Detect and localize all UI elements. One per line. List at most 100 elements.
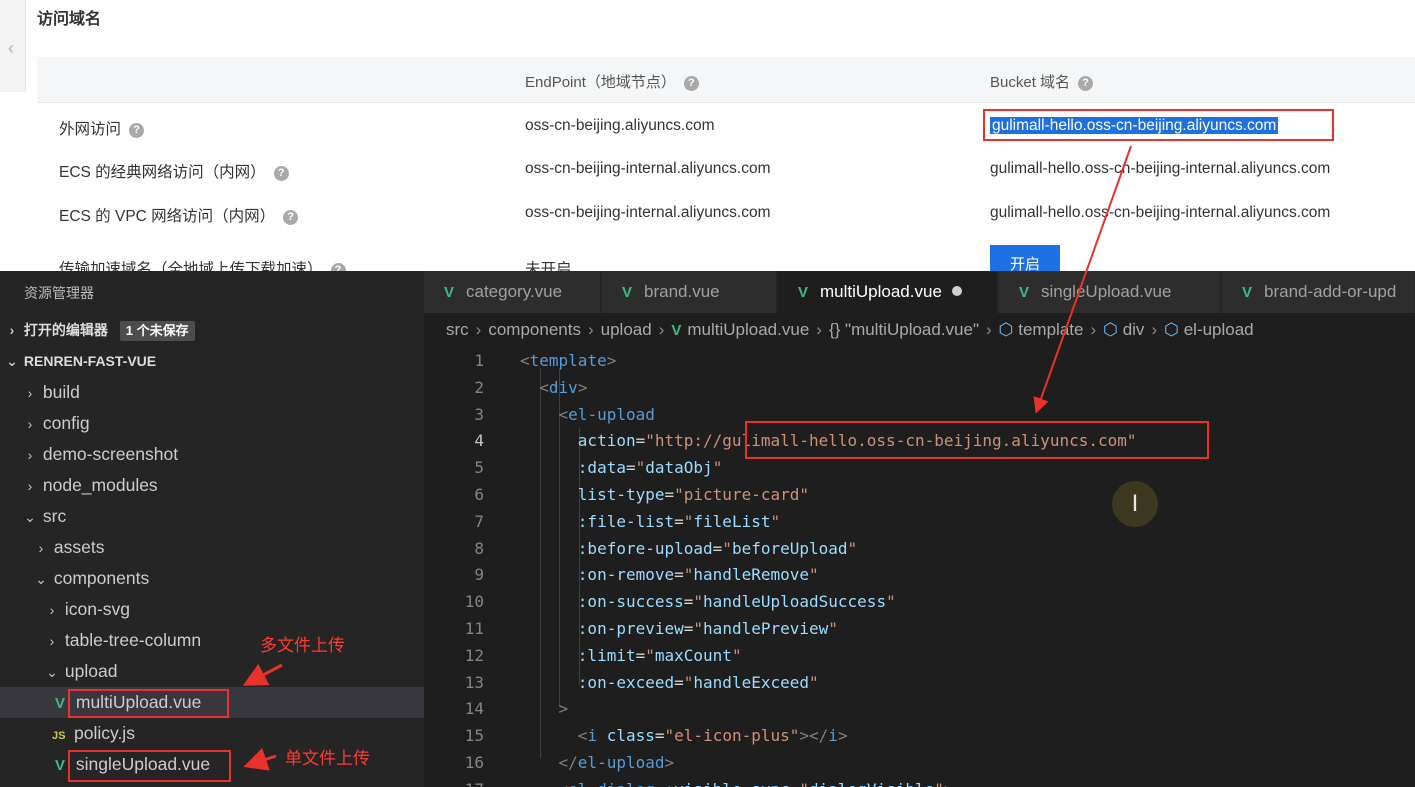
code-token: = (654, 726, 665, 746)
tab-multiupload-vue[interactable]: VmultiUpload.vue (778, 271, 998, 313)
code-token: dataObj (645, 458, 713, 478)
code-line[interactable]: 13 :on-exceed="handleExceed" (424, 669, 1415, 696)
breadcrumb-template[interactable]: template (1018, 320, 1083, 339)
symbol-cube-icon: ⬡ (1103, 320, 1123, 339)
chevron-down-icon: ⌄ (35, 571, 47, 587)
endpoint-value[interactable]: oss-cn-beijing-internal.aliyuncs.com (525, 160, 771, 178)
code-token: :before-upload (577, 538, 713, 558)
symbol-cube-icon: ⬡ (1164, 320, 1184, 339)
breadcrumb-div[interactable]: div (1123, 320, 1145, 339)
code-token: " (809, 672, 819, 692)
section-title: 访问域名 (37, 11, 102, 28)
help-icon[interactable]: ? (683, 76, 699, 91)
tree-folder-icon-svg[interactable]: › icon-svg (0, 594, 424, 625)
bucket-domain-value[interactable]: gulimall-hello.oss-cn-beijing-internal.a… (990, 160, 1330, 178)
code-text: :on-exceed="handleExceed" (520, 669, 819, 696)
help-icon[interactable]: ? (283, 210, 299, 225)
sidebar-collapse-button[interactable]: ‹ (0, 0, 26, 92)
code-token: :on-remove (577, 565, 675, 585)
tree-folder-table-tree-column[interactable]: › table-tree-column (0, 625, 424, 656)
code-text: :on-preview="handlePreview" (520, 615, 838, 642)
open-editors-section[interactable]: › 打开的编辑器 1 个未保存 (0, 315, 424, 346)
tab-singleupload-vue[interactable]: VsingleUpload.vue (999, 271, 1221, 313)
code-token: = (664, 485, 675, 504)
tree-folder-build[interactable]: › build (0, 377, 424, 408)
code-line[interactable]: 10 :on-success="handleUploadSuccess" (424, 588, 1415, 615)
vue-file-icon: V (1019, 284, 1030, 301)
chevron-right-icon: › (49, 633, 55, 649)
line-number: 6 (474, 485, 484, 504)
code-token: > (837, 726, 848, 746)
help-icon[interactable]: ? (273, 166, 289, 181)
code-line[interactable]: 1 <template> (424, 347, 1415, 374)
tab-brand-add-or-update[interactable]: Vbrand-add-or-upd (1222, 271, 1415, 313)
code-line[interactable]: 9 :on-remove="handleRemove" (424, 561, 1415, 588)
tree-folder-src[interactable]: ⌄ src (0, 501, 424, 532)
code-line[interactable]: 7 :file-list="fileList" (424, 508, 1415, 535)
breadcrumb-module[interactable]: {} "multiUpload.vue" (829, 320, 979, 339)
code-text: :limit="maxCount" (520, 642, 742, 669)
domain-table-header: EndPoint（地域节点）? Bucket 域名? (37, 57, 1415, 103)
breadcrumb-components[interactable]: components (488, 320, 581, 339)
code-token: " (799, 780, 809, 787)
breadcrumb-src[interactable]: src (446, 320, 469, 339)
chevron-right-icon: › (27, 478, 33, 494)
tree-folder-node-modules[interactable]: › node_modules (0, 470, 424, 501)
folder-label: table-tree-column (64, 630, 202, 650)
endpoint-value[interactable]: oss-cn-beijing-internal.aliyuncs.com (525, 204, 771, 222)
line-number: 11 (464, 619, 484, 638)
code-line[interactable]: 11 :on-preview="handlePreview" (424, 615, 1415, 642)
code-line[interactable]: 12 :limit="maxCount" (424, 642, 1415, 669)
tree-folder-demo-screenshot[interactable]: › demo-screenshot (0, 439, 424, 470)
tab-brand-vue[interactable]: Vbrand.vue (602, 271, 777, 313)
enable-acceleration-button[interactable]: 开启 (990, 245, 1060, 271)
code-text: :before-upload="beforeUpload" (520, 535, 857, 562)
help-icon[interactable]: ? (1078, 76, 1094, 91)
code-token: = (674, 511, 684, 531)
code-token: action (577, 431, 636, 451)
endpoint-value[interactable]: oss-cn-beijing.aliyuncs.com (525, 117, 715, 135)
help-icon[interactable]: ? (129, 123, 145, 138)
code-token: = (790, 780, 800, 787)
code-line[interactable]: 14 > (424, 695, 1415, 722)
chevron-right-icon: › (9, 322, 15, 338)
code-line[interactable]: 6 list-type="picture-card" (424, 481, 1415, 508)
code-token: < (520, 351, 530, 370)
unsaved-dot-icon[interactable] (951, 286, 962, 296)
line-number: 1 (474, 351, 484, 370)
code-line[interactable]: 15 <i class="el-icon-plus"></i> (424, 722, 1415, 749)
code-line[interactable]: 8 :before-upload="beforeUpload" (424, 535, 1415, 562)
tab-category-vue[interactable]: Vcategory.vue (424, 271, 601, 313)
code-text: <div> (520, 374, 587, 401)
code-token: < (558, 404, 569, 424)
project-root[interactable]: ⌄ RENREN-FAST-VUE (0, 346, 424, 377)
chevron-right-icon: › (38, 540, 44, 556)
tree-folder-upload[interactable]: ⌄ upload (0, 656, 424, 687)
annotation-multi-upload: 多文件上传 (260, 636, 345, 656)
breadcrumb-el-upload[interactable]: el-upload (1184, 320, 1254, 339)
code-token: > (577, 377, 588, 397)
code-token: > (944, 780, 954, 787)
chevron-right-icon: › (27, 385, 33, 401)
breadcrumb-file[interactable]: multiUpload.vue (687, 320, 809, 339)
code-token: > (606, 351, 617, 370)
code-token: " (693, 619, 704, 638)
row-label: ECS 的 VPC 网络访问（内网）? (59, 204, 299, 226)
code-line[interactable]: 17 <el-dialog :visible.sync="dialogVisib… (424, 776, 1415, 787)
editor-tabs: Vcategory.vue Vbrand.vue VmultiUpload.vu… (424, 271, 1415, 313)
help-icon[interactable]: ? (330, 263, 346, 271)
tree-folder-config[interactable]: › config (0, 408, 424, 439)
code-line[interactable]: 2 <div> (424, 374, 1415, 401)
bucket-domain-value[interactable]: gulimall-hello.oss-cn-beijing-internal.a… (990, 204, 1330, 222)
code-token: :data (577, 458, 626, 478)
code-line[interactable]: 16 </el-upload> (424, 749, 1415, 776)
tree-folder-assets[interactable]: › assets (0, 532, 424, 563)
chevron-down-icon: ⌄ (24, 509, 36, 525)
breadcrumb-separator: › (816, 320, 822, 339)
code-text: <el-dialog :visible.sync="dialogVisible"… (520, 776, 954, 787)
code-token: = (674, 565, 684, 585)
breadcrumb-upload[interactable]: upload (601, 320, 652, 339)
tree-folder-components[interactable]: ⌄ components (0, 563, 424, 594)
